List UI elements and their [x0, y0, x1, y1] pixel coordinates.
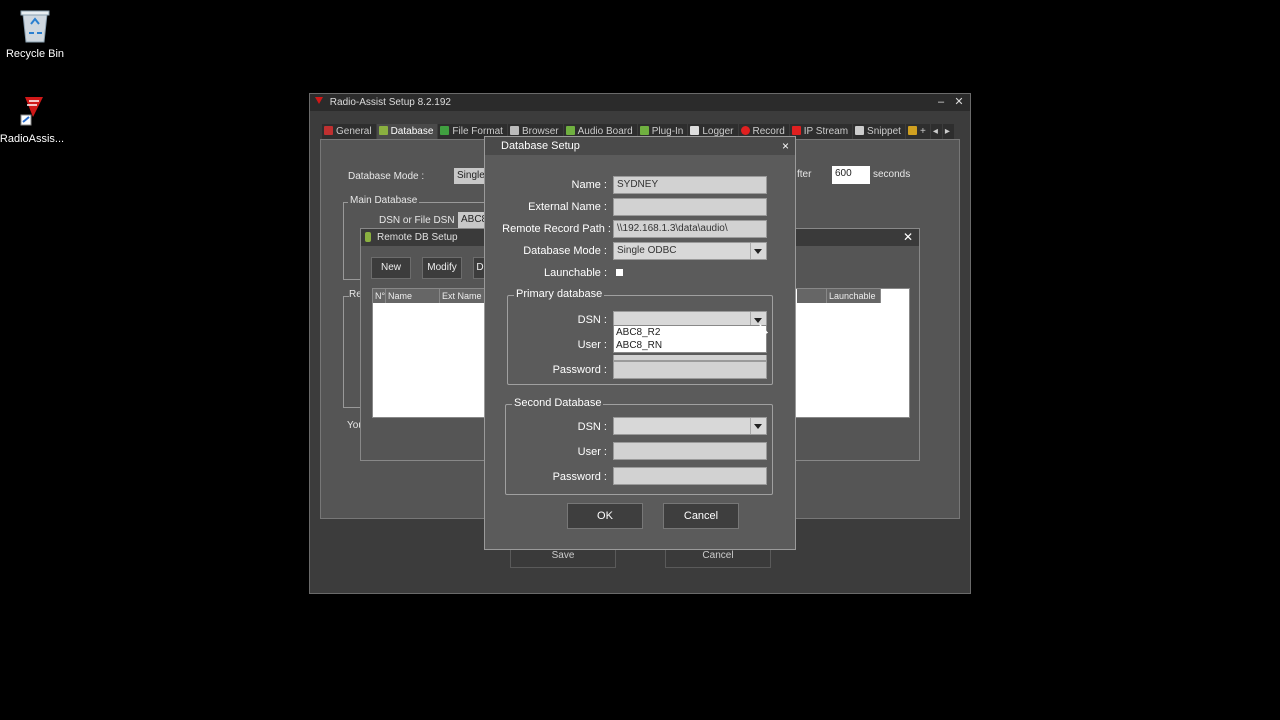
primary-password-input[interactable] — [613, 361, 767, 379]
name-input[interactable]: SYDNEY — [613, 176, 767, 194]
remote-db-icon — [365, 232, 371, 242]
database-mode-select[interactable]: Single ODBC — [613, 242, 767, 260]
remote-db-title: Remote DB Setup — [377, 232, 458, 243]
database-icon — [378, 126, 388, 135]
second-password-label: Password : — [552, 471, 607, 483]
scroll-left-icon: ◂ — [932, 126, 938, 137]
snippet-icon — [855, 126, 865, 135]
browser-icon — [509, 126, 519, 135]
minimize-button[interactable]: – — [932, 94, 950, 111]
col-hidden — [797, 289, 827, 303]
col-number: N° — [373, 289, 386, 303]
cancel-button[interactable]: Cancel — [663, 503, 739, 529]
tab-more[interactable]: + — [905, 124, 930, 139]
chevron-down-icon — [750, 243, 766, 259]
record-icon — [740, 126, 750, 135]
logger-icon — [690, 126, 700, 135]
main-title-bar[interactable]: Radio-Assist Setup 8.2.192 — [310, 94, 970, 111]
primary-database-title: Primary database — [514, 288, 605, 300]
recycle-bin-label: Recycle Bin — [5, 48, 65, 60]
remote-modify-button[interactable]: Modify — [422, 257, 462, 279]
database-mode-select[interactable]: Single — [454, 168, 485, 184]
radioassist-label: RadioAssis... — [0, 133, 65, 145]
radioassist-icon — [20, 97, 43, 126]
second-dsn-select[interactable] — [613, 417, 767, 435]
external-name-input[interactable] — [613, 198, 767, 216]
dsn-option[interactable]: ABC8_RN — [614, 339, 766, 352]
database-setup-dialog: Database Setup × Name : SYDNEY External … — [484, 136, 796, 550]
dialog-close-button[interactable]: × — [782, 137, 789, 155]
close-button[interactable]: ✕ — [950, 94, 968, 111]
desktop-icon-radioassist[interactable]: RadioAssis... — [0, 95, 67, 145]
scroll-right-icon: ▸ — [944, 126, 950, 137]
database-mode-value: Single ODBC — [617, 245, 677, 256]
launchable-checkbox[interactable] — [616, 269, 623, 276]
primary-user-label: User : — [577, 339, 607, 351]
file-format-icon — [440, 126, 450, 135]
col-ext-name: Ext Name — [440, 289, 490, 303]
col-name: Name — [386, 289, 440, 303]
dialog-title: Database Setup — [501, 140, 580, 152]
desktop-icon-recycle-bin[interactable]: Recycle Bin — [0, 6, 70, 60]
primary-dsn-dropdown: ABC8_R2 ABC8_RN — [613, 325, 767, 353]
second-user-label: User : — [577, 446, 607, 458]
second-password-input[interactable] — [613, 467, 767, 485]
launchable-label: Launchable : — [544, 267, 607, 279]
primary-password-label: Password : — [552, 364, 607, 376]
dialog-title-bar[interactable]: Database Setup — [485, 137, 795, 155]
tab-scroll-left[interactable]: ◂ — [930, 124, 942, 139]
tab-snippet[interactable]: Snippet — [853, 124, 905, 139]
main-database-label: Main Database — [348, 195, 420, 206]
after-seconds-input[interactable]: 600 — [832, 166, 870, 184]
ip-stream-icon — [791, 126, 801, 135]
app-icon — [315, 97, 323, 104]
plug-in-icon — [639, 126, 649, 135]
remote-db-close-button[interactable]: ✕ — [903, 229, 913, 246]
tab-ip-stream[interactable]: IP Stream — [789, 124, 853, 139]
dsn-or-file-dsn-label: DSN or File DSN — [379, 215, 455, 226]
more-tabs-icon — [907, 126, 917, 135]
second-database-title: Second Database — [512, 397, 604, 409]
database-mode-label: Database Mode : — [348, 171, 425, 182]
recycle-bin-icon — [20, 10, 50, 43]
chevron-down-icon — [750, 418, 766, 434]
dsn-option[interactable]: ABC8_R2 — [614, 326, 766, 339]
general-icon — [324, 126, 333, 135]
audio-board-icon — [565, 126, 575, 135]
second-user-input[interactable] — [613, 442, 767, 460]
external-name-label: External Name : — [528, 201, 607, 213]
after-label: fter — [797, 169, 812, 180]
seconds-label: seconds — [873, 169, 911, 180]
name-label: Name : — [571, 179, 607, 191]
database-mode-label: Database Mode : — [523, 245, 607, 257]
second-dsn-label: DSN : — [577, 421, 607, 433]
remote-record-path-label: Remote Record Path : — [502, 223, 611, 235]
ok-button[interactable]: OK — [567, 503, 643, 529]
remote-new-button[interactable]: New — [371, 257, 411, 279]
primary-dsn-label: DSN : — [577, 314, 607, 326]
remote-record-path-input[interactable]: \\192.168.1.3\data\audio\ — [613, 220, 767, 238]
tab-scroll-right[interactable]: ▸ — [942, 124, 954, 139]
tab-general[interactable]: General — [322, 124, 376, 139]
main-window-title: Radio-Assist Setup 8.2.192 — [329, 97, 451, 108]
col-launchable: Launchable — [827, 289, 881, 303]
tab-database[interactable]: Database — [376, 124, 438, 139]
